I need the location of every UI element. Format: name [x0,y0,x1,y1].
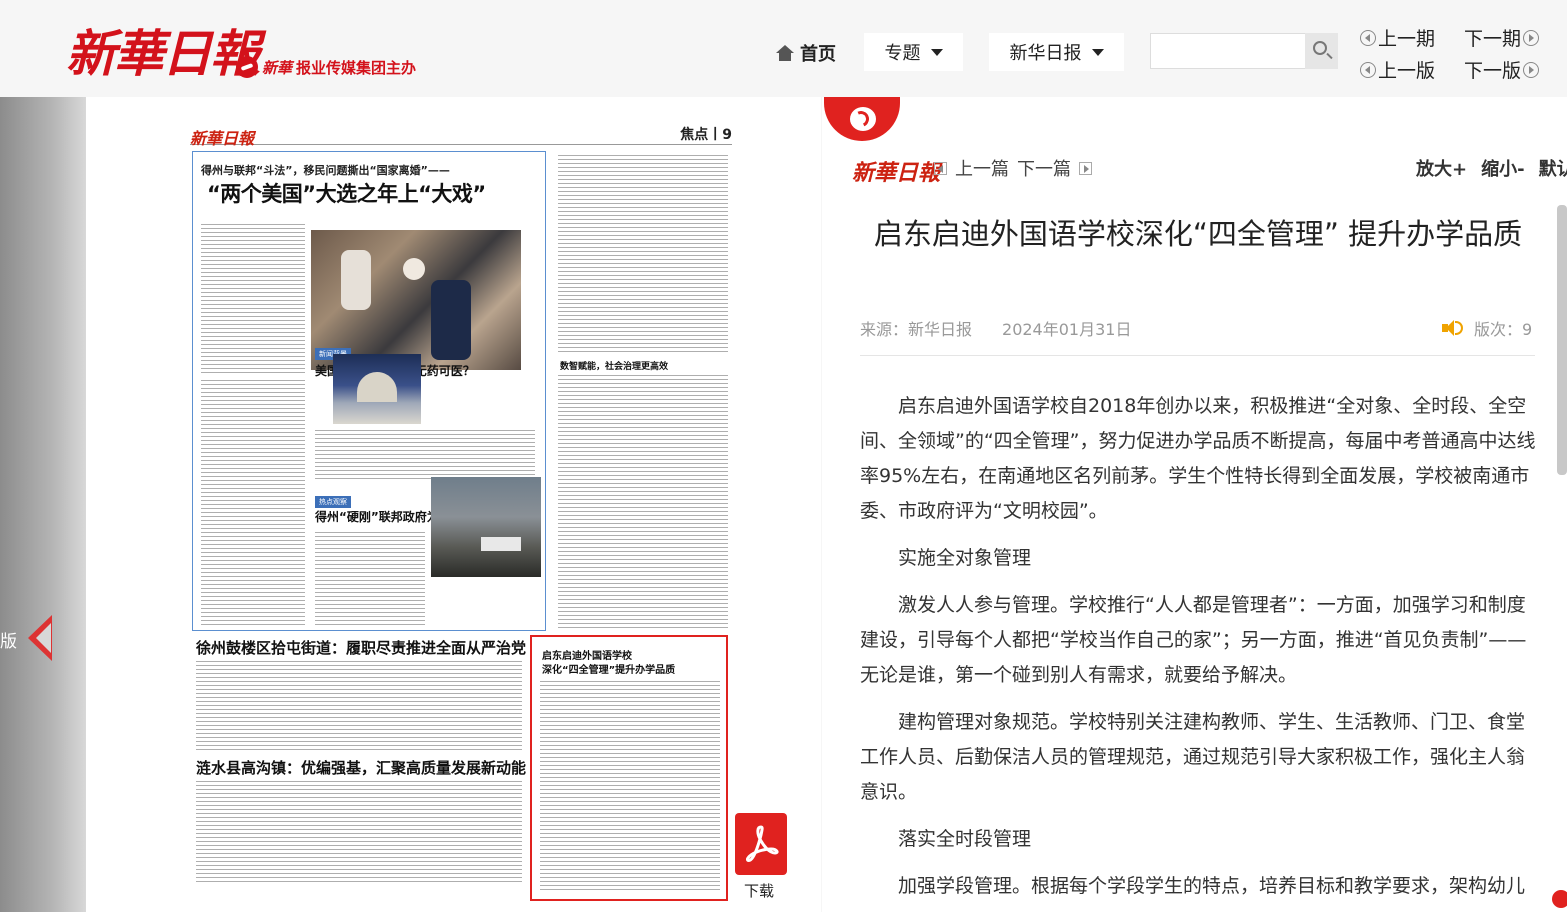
download-label[interactable]: 下载 [744,880,774,901]
prev-page-edge-label: 版 [0,632,17,652]
next-article-link[interactable]: 下一篇 [1017,155,1071,181]
headline: “两个美国”大选之年上“大戏” [207,182,486,206]
next-page-label: 下一版 [1464,60,1522,82]
pdf-icon [746,825,779,862]
paragraph: 加强学段管理。根据每个学段学生的特点，培养目标和教学要求，架构幼儿 [898,875,1526,897]
circle-left-icon [1360,29,1376,46]
top-header: 新華日報 新華 报业传媒集团主办 首页 专题 新华日报 上一期 下一期 上一版 … [0,0,1567,97]
article-body: 启东启迪外国语学校自2018年创办以来，积极推进“全对象、全时段、全空间、全领域… [860,389,1536,912]
text-column [315,430,535,480]
text-column [201,380,305,626]
border-photo [431,477,541,577]
headline-lianshui[interactable]: 涟水县高沟镇：优编强基，汇聚高质量发展新动能 [196,757,526,778]
paragraph: 建构管理对象规范。学校特别关注建构教师、学生、生活教师、门卫、食堂工作人员、后勤… [860,711,1526,803]
search-button[interactable] [1305,33,1338,69]
highlight-title-line2: 深化“四全管理”提升办学品质 [542,665,676,676]
pdf-download-button[interactable] [735,813,787,875]
text-column [540,681,720,893]
capitol-photo [333,354,421,424]
next-article-icon[interactable] [1079,161,1092,175]
site-logo[interactable]: 新華日報 [66,14,260,86]
divider [860,355,1535,356]
home-icon [776,45,794,61]
article-page-number: 版次：9 [1474,320,1533,339]
selected-article-highlight[interactable]: 启东启迪外国语学校 深化“四全管理”提升办学品质 [530,635,728,901]
previous-page-edge[interactable]: 版 [0,97,86,912]
circle-right-icon [1523,29,1540,46]
nav-xinhua-label: 新华日报 [1009,43,1082,64]
article-meta: 来源：新华日报 2024年01月31日 [860,316,1131,340]
newspaper-page[interactable]: 新華日報 焦点丨9 得州与联邦“斗法”，移民问题撕出“国家离婚”—— “两个美国… [86,97,821,912]
page-section: 焦点丨9 [680,127,732,143]
speaker-icon[interactable] [1442,319,1464,337]
nav-topics-label: 专题 [884,43,921,64]
prev-issue-link[interactable]: 上一期 [1360,24,1435,51]
search-icon [1313,41,1327,55]
zoom-out-button[interactable]: 缩小- [1481,155,1524,181]
font-size-controls: 放大+ 缩小- 默认 [1416,155,1567,181]
publisher-text: 报业传媒集团主办 [296,58,417,77]
article-pager: 上一篇 下一篇 [934,155,1092,181]
chevron-left-icon[interactable] [28,615,54,661]
circle-left-icon [1360,61,1376,78]
text-column [315,532,425,626]
paragraph: 激发人人参与管理。学校推行“人人都是管理者”：一方面，加强学习和制度建设，引导每… [860,594,1527,686]
nav-topics-dropdown[interactable]: 专题 [864,33,963,71]
zoom-in-button[interactable]: 放大+ [1416,155,1467,181]
prev-issue-label: 上一期 [1378,28,1436,50]
article-scrollbar[interactable] [1557,205,1567,475]
text-column [201,224,305,374]
text-column [558,155,728,355]
page-masthead: 新華日報 焦点丨9 [190,123,732,148]
article-logo: 新華日報 [852,160,941,186]
subhead: 数智赋能，社会治理更高效 [560,362,669,372]
nav-home[interactable]: 首页 [776,40,836,66]
text-column [558,375,728,631]
next-issue-label: 下一期 [1464,28,1522,50]
page-logo: 新華日報 [190,129,255,148]
tag-label: 热点观察 [315,496,351,508]
newspaper-layout: 新華日報 焦点丨9 得州与联邦“斗法”，移民问题撕出“国家离婚”—— “两个美国… [190,117,732,901]
text-column [196,781,522,885]
text-column [196,661,522,751]
publisher-line: 新華 报业传媒集团主办 [236,56,416,78]
highlight-title-line1: 启东启迪外国语学校 [542,651,632,662]
article-source: 来源：新华日报 [860,320,973,339]
article-date: 2024年01月31日 [1002,320,1132,339]
article-box-us-election[interactable]: 得州与联邦“斗法”，移民问题撕出“国家离婚”—— “两个美国”大选之年上“大戏”… [192,151,546,631]
publisher-brand: 新華 [262,58,293,77]
section-heading: 实施全对象管理 [898,547,1032,569]
headline-xuzhou[interactable]: 徐州鼓楼区拾屯街道：履职尽责推进全面从严治党 [196,637,526,658]
nav-xinhua-dropdown[interactable]: 新华日报 [989,33,1124,71]
kicker: 得州与联邦“斗法”，移民问题撕出“国家离婚”—— [201,164,450,177]
zoom-default-button[interactable]: 默认 [1539,155,1567,181]
chevron-down-icon [1091,48,1104,56]
next-issue-link[interactable]: 下一期 [1464,24,1540,51]
article-title: 启东启迪外国语学校深化“四全管理” 提升办学品质 [873,217,1523,251]
prev-article-link[interactable]: 上一篇 [955,155,1009,181]
prev-article-icon[interactable] [934,161,947,175]
circle-right-icon [1523,61,1540,78]
prev-page-link[interactable]: 上一版 [1360,56,1435,83]
feedback-icon[interactable] [1552,890,1567,908]
group-seal-icon [236,56,258,78]
article-panel: 新華日報 上一篇 下一篇 放大+ 缩小- 默认 启东启迪外国语学校深化“四全管理… [822,97,1567,912]
section-heading: 落实全时段管理 [898,828,1032,850]
paragraph: 启东启迪外国语学校自2018年创办以来，积极推进“全对象、全时段、全空间、全领域… [860,395,1536,522]
nav-home-label: 首页 [800,44,836,65]
prev-page-label: 上一版 [1378,60,1436,82]
article-page-info: 版次：9 [1442,316,1532,340]
next-page-link[interactable]: 下一版 [1464,56,1540,83]
chevron-down-icon [930,48,943,56]
